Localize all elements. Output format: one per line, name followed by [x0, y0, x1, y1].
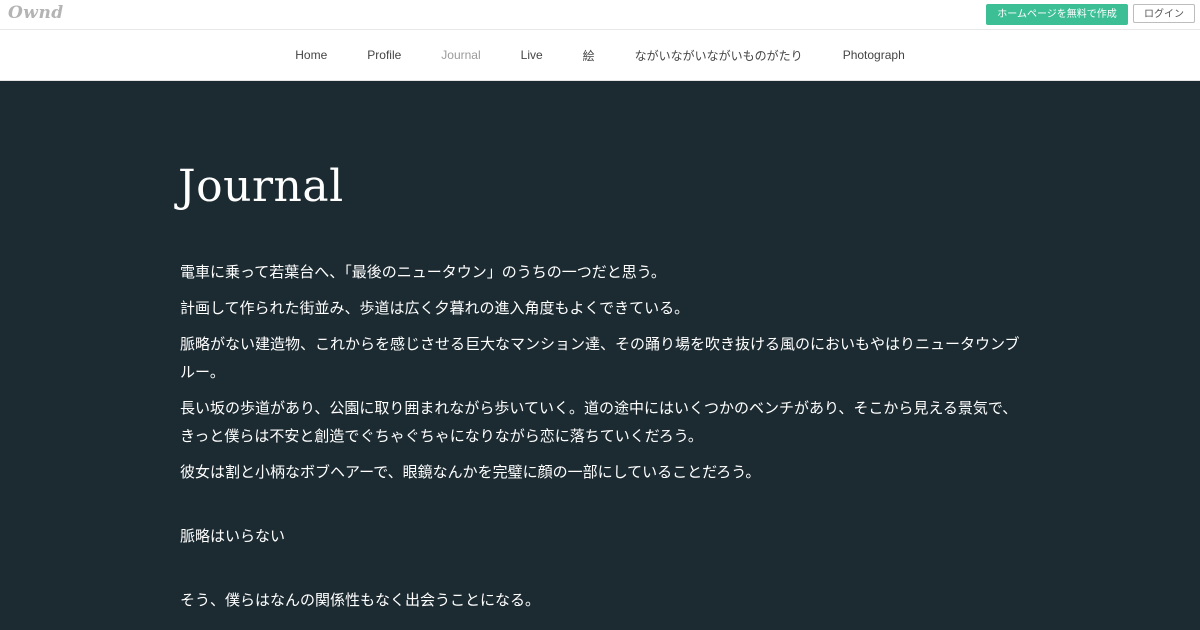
main-navigation: Home Profile Journal Live 絵 ながいながいながいものが…	[0, 30, 1200, 81]
journal-article: 電車に乗って若葉台へ、「最後のニュータウン」のうちの一つだと思う。 計画して作ら…	[180, 258, 1030, 622]
page-title: Journal	[178, 161, 344, 212]
ownd-logo[interactable]: Ownd	[8, 3, 64, 23]
article-paragraph: 長い坂の歩道があり、公園に取り囲まれながら歩いていく。道の途中にはいくつかのベン…	[180, 399, 1018, 445]
article-paragraph: 脈略がない建造物、これからを感じさせる巨大なマンション達、その踊り場を吹き抜ける…	[180, 335, 1020, 381]
create-homepage-button[interactable]: ホームページを無料で作成	[986, 4, 1128, 25]
article-paragraph: 電車に乗って若葉台へ、「最後のニュータウン」のうちの一つだと思う。	[180, 263, 666, 281]
article-paragraph: 彼女は割と小柄なボブヘアーで、眼鏡なんかを完璧に顔の一部にしていることだろう。	[180, 463, 761, 481]
nav-item-long-story[interactable]: ながいながいながいものがたり	[635, 47, 803, 64]
article-paragraph: 計画して作られた街並み、歩道は広く夕暮れの進入角度もよくできている。	[180, 299, 690, 317]
nav-item-journal[interactable]: Journal	[441, 48, 480, 62]
article-paragraph: 脈略はいらない	[180, 527, 286, 545]
nav-item-live[interactable]: Live	[521, 48, 543, 62]
nav-item-home[interactable]: Home	[295, 48, 327, 62]
nav-item-profile[interactable]: Profile	[367, 48, 401, 62]
top-bar: Ownd ホームページを無料で作成 ログイン	[0, 0, 1200, 30]
journal-content-area: Journal 電車に乗って若葉台へ、「最後のニュータウン」のうちの一つだと思う…	[0, 81, 1200, 630]
nav-item-photograph[interactable]: Photograph	[843, 48, 905, 62]
nav-item-art[interactable]: 絵	[583, 47, 595, 64]
article-paragraph: そう、僕らはなんの関係性もなく出会うことになる。	[180, 591, 541, 609]
login-button[interactable]: ログイン	[1133, 4, 1195, 23]
